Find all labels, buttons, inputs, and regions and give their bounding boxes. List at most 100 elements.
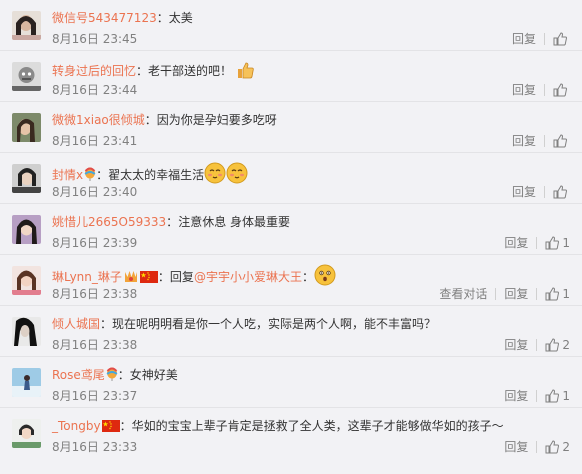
reply-button[interactable]: 回复 <box>512 133 536 149</box>
comment-actions: 回复 <box>512 133 570 149</box>
colon: ： <box>96 168 109 182</box>
comment-line: 微微1xiao很倾城：因为你是孕妇要多吃呀 <box>52 111 574 129</box>
reply-button[interactable]: 回复 <box>504 337 528 353</box>
divider <box>495 288 497 300</box>
avatar[interactable] <box>12 11 41 40</box>
timestamp: 8月16日 23:39 <box>52 236 138 250</box>
avatar[interactable] <box>12 419 41 448</box>
comment-actions: 查看对话 回复 1 <box>439 286 570 302</box>
reply-button[interactable]: 回复 <box>504 439 528 455</box>
like-button[interactable] <box>553 185 570 199</box>
like-button[interactable] <box>553 32 570 46</box>
comment-text: 华如的宝宝上辈子肯定是拯救了全人类，这辈子才能够做华如的孩子～ <box>131 419 504 433</box>
username-link[interactable]: 倾人城国 <box>52 317 100 331</box>
reply-button[interactable]: 回复 <box>504 235 528 251</box>
like-count: 1 <box>562 236 570 250</box>
timestamp: 8月16日 23:37 <box>52 389 138 403</box>
colon: ： <box>157 270 170 284</box>
divider <box>544 186 545 198</box>
comment-item: 琳Lynn_琳子 ：回复@宇宇小小爱琳大王： 8月16日 23:38 查看对话 回… <box>0 255 582 306</box>
colon: ： <box>117 368 130 382</box>
comment-line: _Tongby ：华如的宝宝上辈子肯定是拯救了全人类，这辈子才能够做华如的孩子～ <box>52 417 574 435</box>
comment-actions: 回复 2 <box>504 337 570 353</box>
like-button[interactable]: 1 <box>545 286 570 302</box>
thumbs-up-emoji-icon <box>237 62 254 79</box>
username-link[interactable]: _Tongby <box>52 419 101 433</box>
thumbs-up-icon <box>545 236 560 250</box>
divider <box>536 390 538 402</box>
reply-button[interactable]: 回复 <box>512 184 536 200</box>
rainbow-balloon-icon <box>106 367 118 381</box>
view-dialog-link[interactable]: 查看对话 <box>439 286 487 302</box>
username-link[interactable]: 琳Lynn_琳子 <box>52 270 122 284</box>
thumbs-up-icon <box>553 134 567 148</box>
comment-item: _Tongby ：华如的宝宝上辈子肯定是拯救了全人类，这辈子才能够做华如的孩子～ … <box>0 408 582 459</box>
comment-text: 翟太太的幸福生活 <box>108 168 205 182</box>
comment-actions: 回复 <box>512 184 570 200</box>
like-button[interactable] <box>553 83 570 97</box>
thumbs-up-icon <box>545 287 560 301</box>
comment-item: 姚惜儿2665O59333：注意休息 身体最重要 8月16日 23:39 回复 … <box>0 204 582 255</box>
comment-actions: 回复 <box>512 31 570 47</box>
like-button[interactable]: 2 <box>545 337 570 353</box>
comment-actions: 回复 1 <box>504 235 570 251</box>
username-link[interactable]: 微微1xiao很倾城 <box>52 113 145 127</box>
comment-text: 注意休息 身体最重要 <box>178 215 291 229</box>
like-count: 1 <box>562 287 570 301</box>
comment-line: Rose鸢尾 ：女神好美 <box>52 366 574 384</box>
comment-text: ： <box>301 270 314 284</box>
like-button[interactable]: 1 <box>545 235 570 251</box>
reply-button[interactable]: 回复 <box>504 388 528 404</box>
blushing-face-emoji-icon <box>226 162 248 184</box>
avatar[interactable] <box>12 164 41 193</box>
like-button[interactable]: 1 <box>545 388 570 404</box>
username-link[interactable]: 封情x <box>52 168 83 182</box>
avatar[interactable] <box>12 62 41 91</box>
divider <box>536 237 538 249</box>
comment-item: 转身过后的回忆：老干部送的吧！ 8月16日 23:44 回复 <box>0 51 582 102</box>
avatar[interactable] <box>12 317 41 346</box>
username-link[interactable]: 转身过后的回忆 <box>52 64 136 78</box>
reply-button[interactable]: 回复 <box>512 31 536 47</box>
vip-badge-icon <box>124 271 137 282</box>
colon: ： <box>144 113 157 127</box>
reply-button[interactable]: 回复 <box>504 286 528 302</box>
comment-text: 现在呢明明看是你一个人吃，实际是两个人啊，能不丰富吗？ <box>112 317 437 331</box>
thumbs-up-icon <box>545 440 560 454</box>
reply-prefix: 回复 <box>169 270 194 284</box>
thumbs-up-icon <box>545 338 560 352</box>
username-link[interactable]: Rose鸢尾 <box>52 368 105 382</box>
comment-text: 女神好美 <box>129 368 178 382</box>
divider <box>544 33 545 45</box>
username-link[interactable]: 姚惜儿2665O59333 <box>52 215 166 229</box>
comment-line: 琳Lynn_琳子 ：回复@宇宇小小爱琳大王： <box>52 264 574 286</box>
comment-item: 微信号543477123：太美 8月16日 23:45 回复 <box>0 0 582 51</box>
comment-list: 微信号543477123：太美 8月16日 23:45 回复 转身过后的回忆：老… <box>0 0 582 459</box>
like-button[interactable]: 2 <box>545 439 570 455</box>
avatar[interactable] <box>12 266 41 295</box>
mention-link[interactable]: @宇宇小小爱琳大王 <box>194 270 302 284</box>
avatar[interactable] <box>12 368 41 397</box>
avatar[interactable] <box>12 215 41 244</box>
colon: ： <box>166 215 179 229</box>
thumbs-up-icon <box>553 32 567 46</box>
divider <box>544 135 545 147</box>
china-flag-icon <box>139 271 158 283</box>
colon: ： <box>136 64 149 78</box>
divider <box>544 84 545 96</box>
comment-line: 姚惜儿2665O59333：注意休息 身体最重要 <box>52 213 574 231</box>
username-link[interactable]: 微信号543477123 <box>52 11 157 25</box>
reply-button[interactable]: 回复 <box>512 82 536 98</box>
timestamp: 8月16日 23:44 <box>52 83 138 97</box>
divider <box>536 339 538 351</box>
thumbs-up-icon <box>545 389 560 403</box>
avatar[interactable] <box>12 113 41 142</box>
thumbs-up-icon <box>553 83 567 97</box>
comment-text: 老干部送的吧！ <box>148 64 233 78</box>
like-count: 2 <box>562 338 570 352</box>
china-flag-icon <box>101 420 120 432</box>
comment-line: 转身过后的回忆：老干部送的吧！ <box>52 60 574 79</box>
like-button[interactable] <box>553 134 570 148</box>
divider <box>536 441 538 453</box>
like-count: 1 <box>562 389 570 403</box>
